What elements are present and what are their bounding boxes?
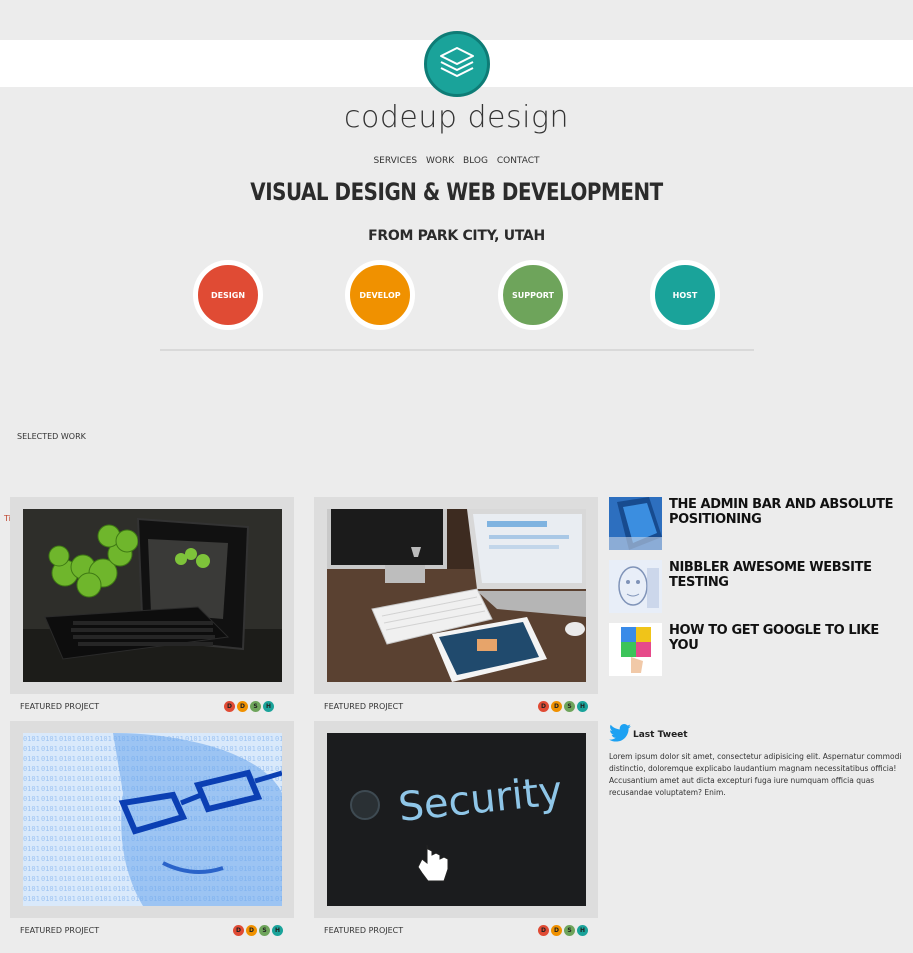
project-tags: D D S H (233, 925, 283, 936)
nav-services[interactable]: SERVICES (373, 156, 417, 166)
main-nav: SERVICES WORK BLOG CONTACT (0, 156, 913, 166)
section-title-selected-work: SELECTED WORK (17, 432, 86, 441)
blog-post-title[interactable]: HOW TO GET GOOGLE TO LIKE YOU (669, 623, 899, 676)
project-card[interactable]: Security (314, 721, 598, 918)
face-sketch-thumb (609, 560, 662, 613)
service-support-button[interactable]: SUPPORT (498, 260, 568, 330)
tag-design[interactable]: D (233, 925, 244, 936)
blog-post-title[interactable]: THE ADMIN BAR AND ABSOLUTE POSITIONING (669, 497, 899, 550)
blog-post[interactable]: HOW TO GET GOOGLE TO LIKE YOU (609, 623, 899, 676)
tag-support[interactable]: S (564, 925, 575, 936)
nav-blog[interactable]: BLOG (463, 156, 488, 166)
nav-work[interactable]: WORK (426, 156, 454, 166)
tweet-text: Lorem ipsum dolor sit amet, consectetur … (609, 752, 902, 797)
tag-design[interactable]: D (538, 925, 549, 936)
imac-macbook-ipad-image (327, 509, 586, 682)
service-develop-button[interactable]: DEVELOP (345, 260, 415, 330)
twitter-bird-icon[interactable] (609, 724, 631, 742)
blog-post[interactable]: NIBBLER AWESOME WEBSITE TESTING (609, 560, 899, 613)
service-design-button[interactable]: DESIGN (193, 260, 263, 330)
hero-headline: VISUAL DESIGN & WEB DEVELOPMENT (250, 178, 663, 206)
project-caption: FEATURED PROJECT (20, 926, 100, 935)
tag-host[interactable]: H (263, 701, 274, 712)
hero-subhead: FROM PARK CITY, UTAH (368, 228, 545, 244)
colorful-hand-thumb (609, 623, 662, 676)
tag-host[interactable]: H (272, 925, 283, 936)
project-tags: D D S H (538, 701, 588, 712)
divider (160, 349, 754, 351)
blog-post[interactable]: THE ADMIN BAR AND ABSOLUTE POSITIONING (609, 497, 899, 550)
tweet-heading: Last Tweet (633, 730, 688, 740)
project-tags: D D S H (538, 925, 588, 936)
service-host-button[interactable]: HOST (650, 260, 720, 330)
binary-face-glasses-image: 0101 (23, 733, 282, 906)
nav-contact[interactable]: CONTACT (497, 156, 540, 166)
project-caption: FEATURED PROJECT (324, 926, 404, 935)
tag-support[interactable]: S (250, 701, 261, 712)
tag-develop[interactable]: D (551, 925, 562, 936)
tag-support[interactable]: S (564, 701, 575, 712)
tag-design[interactable]: D (538, 701, 549, 712)
tweet-header: Last Tweet (609, 724, 688, 742)
tablet-apples-image (23, 509, 282, 682)
phone-thumb (609, 497, 662, 550)
tag-host[interactable]: H (577, 701, 588, 712)
tag-host[interactable]: H (577, 925, 588, 936)
blog-post-title[interactable]: NIBBLER AWESOME WEBSITE TESTING (669, 560, 899, 613)
tag-develop[interactable]: D (246, 925, 257, 936)
project-card[interactable] (10, 497, 294, 694)
tag-design[interactable]: D (224, 701, 235, 712)
tag-develop[interactable]: D (237, 701, 248, 712)
project-tags: D D S H (224, 701, 274, 712)
brand-name: codeup design (344, 100, 569, 135)
logo[interactable] (424, 31, 490, 97)
project-card[interactable]: 0101 (10, 721, 294, 918)
project-caption: FEATURED PROJECT (20, 702, 100, 711)
project-caption: FEATURED PROJECT (324, 702, 404, 711)
layers-icon (440, 47, 474, 77)
security-keyboard-image: Security (327, 733, 586, 906)
tag-support[interactable]: S (259, 925, 270, 936)
project-card[interactable] (314, 497, 598, 694)
tag-develop[interactable]: D (551, 701, 562, 712)
